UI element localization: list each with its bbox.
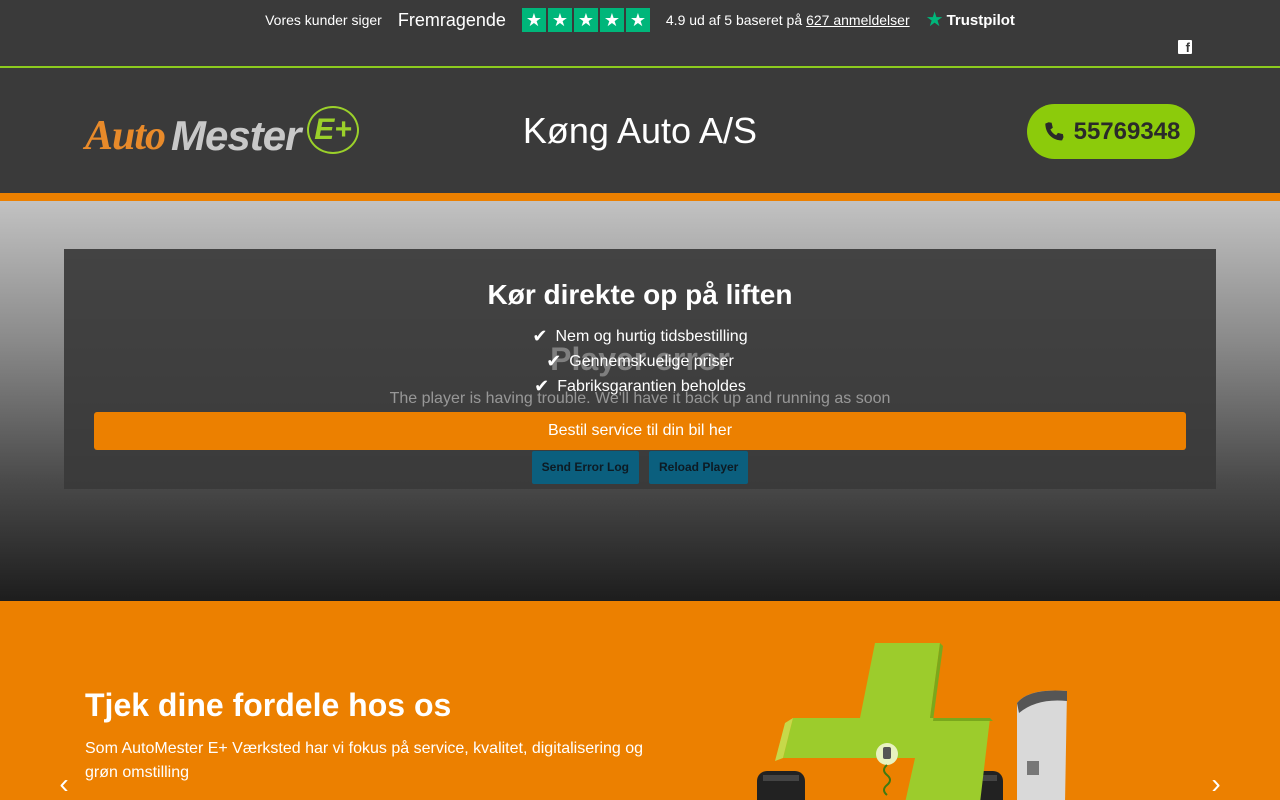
phone-number: 55769348 — [1073, 117, 1181, 145]
star-icon: ★ — [547, 8, 572, 32]
trustpilot-widget[interactable]: Vores kunder siger Fremragende ★ ★ ★ ★ ★… — [0, 8, 1280, 32]
trustpilot-stars: ★ ★ ★ ★ ★ — [521, 8, 650, 32]
phone-button[interactable]: 55769348 — [1027, 104, 1195, 159]
star-icon: ★ — [599, 8, 624, 32]
player-error-actions: Send Error Log Reload Player — [64, 451, 1216, 484]
book-service-button[interactable]: Bestil service til din bil her — [94, 412, 1186, 450]
feature-item: ✔ Gennemskuelige priser — [64, 349, 1216, 374]
hero-section: Player error The player is having troubl… — [0, 201, 1280, 601]
feature-item: ✔ Fabriksgarantien beholdes — [64, 374, 1216, 399]
phone-icon — [1044, 121, 1064, 140]
trustpilot-rating-word: Fremragende — [397, 9, 506, 30]
send-error-log-button[interactable]: Send Error Log — [531, 451, 639, 484]
trustpilot-reviews-link[interactable]: 627 anmeldelser — [806, 12, 910, 28]
arrow-left-icon[interactable]: ‹ — [54, 770, 74, 798]
trustpilot-logo[interactable]: ★ Trustpilot — [926, 10, 1015, 30]
hero-box: Player error The player is having troubl… — [64, 249, 1216, 489]
hero-title: Kør direkte op på liften — [487, 279, 793, 310]
star-icon: ★ — [521, 8, 546, 32]
trustpilot-brand: Trustpilot — [946, 11, 1015, 29]
check-icon: ✔ — [534, 376, 550, 396]
eplus-charger-illustration — [757, 643, 1067, 800]
star-icon: ★ — [573, 8, 598, 32]
arrow-right-icon[interactable]: › — [1206, 770, 1226, 798]
benefits-title: Tjek dine fordele hos os — [85, 687, 452, 723]
trustpilot-score: 4.9 ud af 5 baseret på — [665, 12, 803, 28]
site-header: Auto Mester E+ Køng Auto A/S 55769348 — [0, 70, 1280, 193]
reload-player-button[interactable]: Reload Player — [648, 451, 749, 484]
benefits-text: Som AutoMester E+ Værksted har vi fokus … — [85, 740, 644, 781]
benefits-section: Tjek dine fordele hos os Som AutoMester … — [0, 601, 1280, 800]
feature-label: Fabriksgarantien beholdes — [557, 377, 746, 395]
trustpilot-star-icon: ★ — [925, 9, 944, 31]
feature-label: Gennemskuelige priser — [569, 352, 734, 370]
trustpilot-bar: Vores kunder siger Fremragende ★ ★ ★ ★ ★… — [0, 0, 1280, 68]
trustpilot-customers-say: Vores kunder siger — [265, 12, 382, 28]
feature-list: ✔ Nem og hurtig tidsbestilling ✔ Gennems… — [64, 324, 1216, 399]
star-icon: ★ — [625, 8, 650, 32]
feature-item: ✔ Nem og hurtig tidsbestilling — [64, 324, 1216, 349]
orange-divider — [0, 193, 1280, 201]
facebook-icon[interactable]: f — [1178, 40, 1192, 55]
check-icon: ✔ — [532, 326, 548, 346]
check-icon: ✔ — [546, 351, 562, 371]
feature-label: Nem og hurtig tidsbestilling — [555, 327, 748, 345]
